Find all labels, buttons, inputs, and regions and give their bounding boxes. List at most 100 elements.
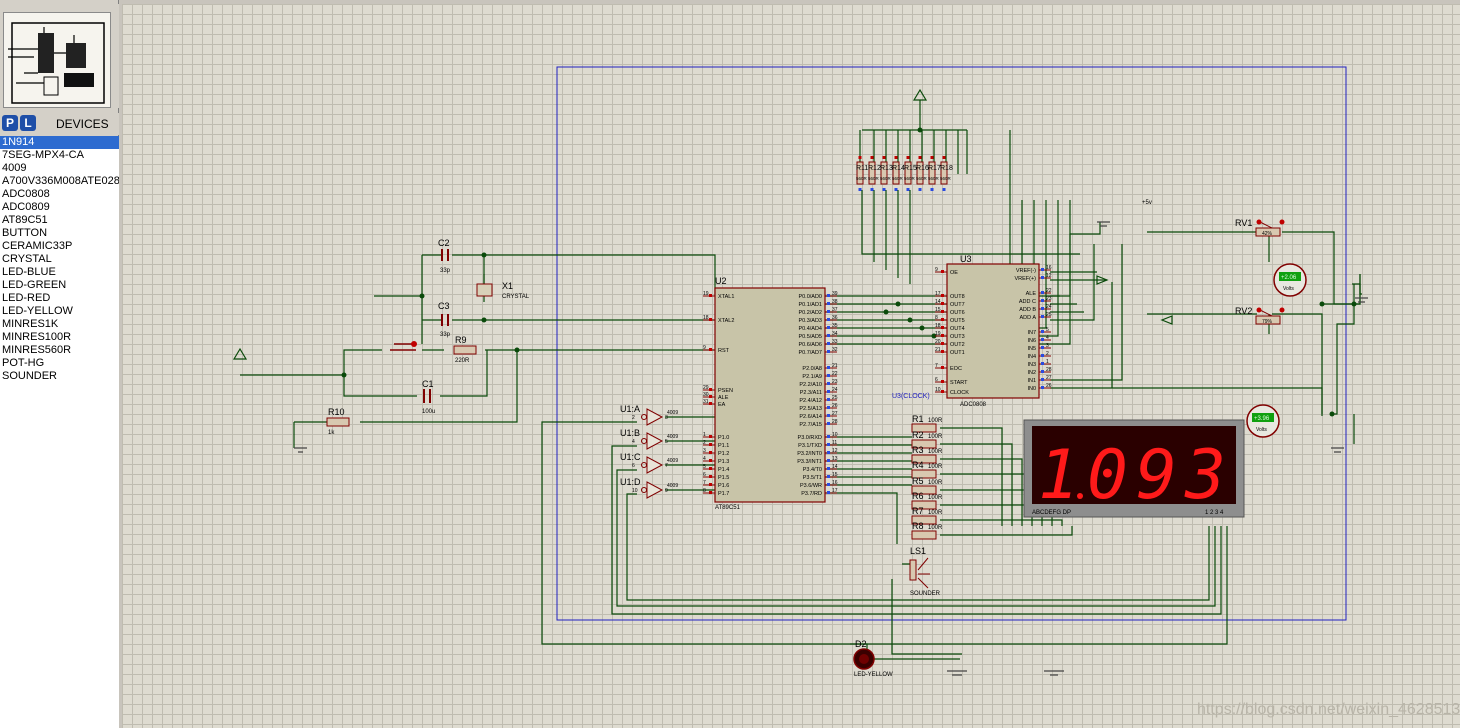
device-list-item[interactable]: ADC0808	[0, 188, 119, 201]
gate-ref: U1:A	[620, 404, 640, 414]
pin-name: P3.1/TXD	[798, 443, 822, 449]
sounder-ls1[interactable]: LS1 SOUNDER	[909, 546, 941, 597]
reset-button[interactable]	[390, 341, 417, 351]
device-list-item[interactable]: ADC0809	[0, 201, 119, 214]
pin-number: 6	[703, 472, 706, 478]
device-list[interactable]: 1N914 7SEG-MPX4-CA 4009 A700V336M008ATE028 A…	[0, 136, 119, 728]
library-button[interactable]: L	[20, 115, 36, 131]
device-list-item[interactable]: POT-HG	[0, 357, 119, 370]
pin-number: 37	[832, 307, 838, 313]
pin-name: XTAL2	[718, 318, 734, 324]
pin-number: 35	[832, 323, 838, 329]
segment-resistors[interactable]: R1 100R R2 100R R3 100R R4 100R R5 100R R6 100R R7 10…	[911, 414, 943, 540]
resistor-ref: R14	[892, 165, 905, 172]
pin-number: 27	[832, 411, 838, 417]
resistor-ref: R18	[940, 165, 953, 172]
pin-name: IN2	[1027, 370, 1036, 376]
device-list-item[interactable]: LED-YELLOW	[0, 305, 119, 318]
sidebar: P L DEVICES 1N914 7SEG-MPX4-CA 4009 A700V33…	[0, 0, 119, 728]
device-list-item[interactable]: CRYSTAL	[0, 253, 119, 266]
svg-text:C2: C2	[438, 238, 450, 248]
device-list-item[interactable]: 4009	[0, 162, 119, 175]
device-list-item[interactable]: MINRES100R	[0, 331, 119, 344]
device-list-item[interactable]: LED-RED	[0, 292, 119, 305]
device-list-item[interactable]: BUTTON	[0, 227, 119, 240]
pin-number: 6	[935, 377, 938, 383]
seven-segment-display[interactable]: 1093 ABCDEFG DP 1 2 3 4	[1023, 419, 1245, 518]
device-list-item[interactable]: AT89C51	[0, 214, 119, 227]
crystal-x1[interactable]: X1 CRYSTAL	[476, 281, 530, 300]
pin-name: IN4	[1027, 354, 1036, 360]
pin-name: P0.2/AD2	[798, 310, 822, 316]
pin-number: 14	[832, 464, 838, 470]
pick-devices-button[interactable]: P	[2, 115, 18, 131]
capacitor-c2[interactable]: C2 33p	[438, 238, 451, 274]
resistor-r10[interactable]: R10 1k	[326, 407, 350, 436]
resistor-r9[interactable]: R9 220R	[453, 335, 477, 364]
svg-text:100u: 100u	[422, 409, 435, 415]
pin-name: ADD B	[1019, 307, 1036, 313]
pullup-resistor[interactable]: R11 560R	[856, 156, 868, 191]
overview-thumbnail[interactable]	[3, 12, 111, 108]
potentiometer-rv2[interactable]: RV2 79%	[1235, 306, 1285, 325]
pin-number: 2	[703, 440, 706, 446]
pullup-resistor-array[interactable]: R11560RR12560RR13560RR14560RR15560RR1656…	[856, 156, 953, 191]
devices-header: P L DEVICES	[0, 113, 119, 135]
pin-number: 36	[832, 315, 838, 321]
u3-adc[interactable]: U3 ADC0808 9 OE17 OUT814 OUT715 OUT68 OUT518 O…	[935, 254, 1052, 408]
svg-text:33p: 33p	[440, 332, 451, 338]
resistor-value: 560R	[856, 176, 868, 181]
pin-name: P0.5/AD5	[798, 334, 822, 340]
voltmeter-1[interactable]: +2.06 Volts	[1273, 263, 1307, 297]
device-list-item[interactable]: MINRES560R	[0, 344, 119, 357]
resistor-ref: R1	[912, 414, 924, 424]
pin-name: RST	[718, 348, 730, 354]
resistor-value: 100R	[928, 480, 943, 486]
pin-number: 26	[1046, 383, 1052, 389]
svg-text:RV1: RV1	[1235, 218, 1252, 228]
resistor-value: 100R	[928, 525, 943, 531]
resistor-ref: R5	[912, 476, 924, 486]
device-list-item[interactable]: LED-BLUE	[0, 266, 119, 279]
pin-number: 4	[703, 456, 706, 462]
svg-text:R9: R9	[455, 335, 467, 345]
pin-name: IN3	[1027, 362, 1036, 368]
svg-text:SOUNDER: SOUNDER	[910, 591, 941, 597]
schematic-canvas[interactable]: C2 33p C3 33p X1 CRYSTAL R9 220R C1 100u	[122, 4, 1460, 728]
pin-name: P0.7/AD7	[798, 350, 822, 356]
pin-name: OUT8	[950, 294, 965, 300]
device-list-item[interactable]: 7SEG-MPX4-CA	[0, 149, 119, 162]
device-list-item[interactable]: A700V336M008ATE028	[0, 175, 119, 188]
gate-ref: U1:B	[620, 428, 640, 438]
resistor-value: 100R	[928, 418, 943, 424]
capacitor-c1[interactable]: C1 100u	[422, 379, 435, 415]
device-list-item[interactable]: 1N914	[0, 136, 119, 149]
display-digit: 0	[1087, 436, 1128, 515]
pin-name: EA	[718, 402, 726, 408]
device-list-item[interactable]: MINRES1K	[0, 318, 119, 331]
gate-part: 4009	[667, 410, 678, 416]
pin-number: 3	[703, 448, 706, 454]
voltmeter-2[interactable]: +3.96 Volts	[1246, 404, 1280, 438]
pin-name: P3.2/INT0	[797, 451, 822, 457]
overview-panel[interactable]	[0, 4, 119, 108]
pin-name: P2.6/A14	[799, 414, 822, 420]
inverter-gate[interactable]: U1:D10 94009	[620, 477, 678, 499]
pin-name: OUT7	[950, 302, 965, 308]
gate-ref: U1:D	[620, 477, 641, 487]
pin-name: P1.1	[718, 443, 729, 449]
u2-microcontroller[interactable]: U2 AT89C51 19 XTAL118 XTAL29 RST29 PSEN30 ALE…	[703, 276, 838, 511]
device-list-item[interactable]: CERAMIC33P	[0, 240, 119, 253]
schematic-drawing[interactable]: C2 33p C3 33p X1 CRYSTAL R9 220R C1 100u	[122, 4, 1460, 728]
pin-name: P3.7/RD	[801, 491, 822, 497]
pin-number: 4	[632, 439, 635, 445]
u1-inverter-gates[interactable]: U1:A2 34009U1:B4 54009U1:C6 74009U1:D10 9400…	[620, 404, 678, 499]
pin-number: 25	[1046, 312, 1052, 318]
pin-name: ADD C	[1019, 299, 1036, 305]
pin-number: 8	[703, 488, 706, 494]
pin-number: 4	[1046, 335, 1049, 341]
pin-number: 3	[1046, 343, 1049, 349]
device-list-item[interactable]: LED-GREEN	[0, 279, 119, 292]
svg-text:CRYSTAL: CRYSTAL	[502, 294, 530, 300]
device-list-item[interactable]: SOUNDER	[0, 370, 119, 383]
